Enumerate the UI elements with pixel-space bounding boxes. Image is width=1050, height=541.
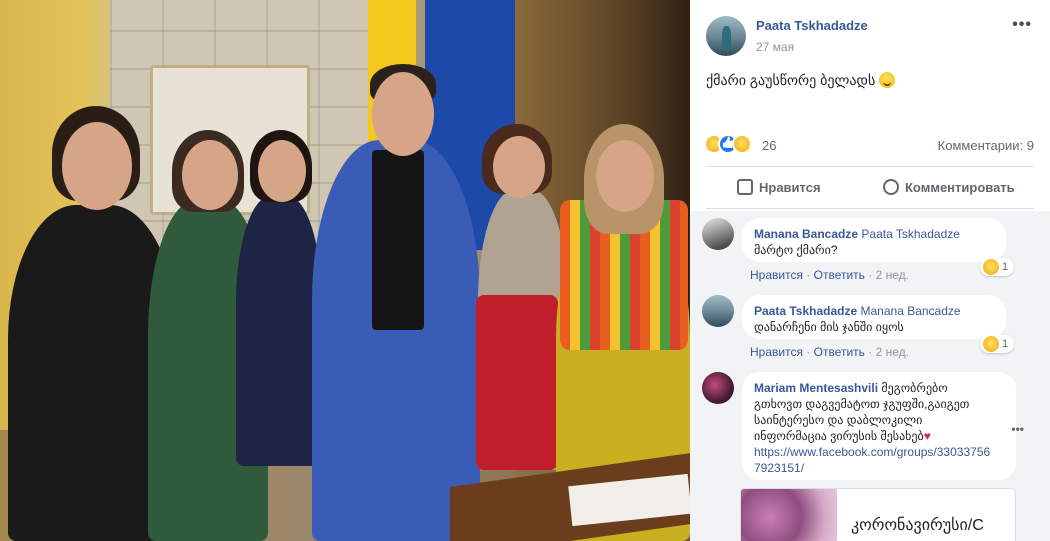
comment-bubble: Mariam Mentesashvili მეგობრებო გთხოვთ და… bbox=[742, 372, 1016, 480]
comment-text: დანარჩენი მის ჯანში იყოს bbox=[754, 320, 904, 334]
person-3 bbox=[236, 196, 322, 466]
person-1-face bbox=[62, 122, 132, 210]
meta-separator: · bbox=[806, 268, 811, 282]
comment-time-link[interactable]: 2 нед. bbox=[876, 268, 909, 282]
comment-reaction-count: 1 bbox=[1002, 338, 1009, 350]
person-2-face bbox=[182, 140, 238, 210]
comment-reaction-badge[interactable]: 1 bbox=[980, 258, 1015, 276]
post-date-link[interactable]: 27 мая bbox=[756, 40, 794, 54]
post-text: ქმარი გაუსწორე ბელადს bbox=[706, 72, 896, 89]
comment-text: მეგობრებო bbox=[881, 381, 948, 395]
person-4-shirt bbox=[372, 150, 424, 330]
person-5-face bbox=[493, 136, 545, 198]
comment-button-label: Комментировать bbox=[905, 180, 1015, 195]
thumbs-up-icon bbox=[737, 179, 753, 195]
person-5-skirt bbox=[476, 295, 558, 470]
post-options-icon[interactable]: ••• bbox=[1012, 16, 1032, 34]
comments-list: Manana Bancadze Paata Tskhadadze მარტო ქ… bbox=[690, 211, 1050, 541]
comment-like-link[interactable]: Нравится bbox=[750, 268, 803, 282]
post-header: Paata Tskhadadze 27 мая ••• bbox=[706, 16, 1036, 56]
person-6-face bbox=[596, 140, 654, 212]
heart-emoji-icon: ♥ bbox=[923, 429, 931, 443]
comments-count-link[interactable]: Комментарии: 9 bbox=[938, 138, 1034, 153]
commenter-avatar[interactable] bbox=[702, 372, 734, 404]
comment-meta: Нравится · Ответить · 2 нед. bbox=[750, 345, 909, 359]
meta-separator: · bbox=[868, 268, 873, 282]
commenter-name-link[interactable]: Paata Tskhadadze bbox=[754, 304, 857, 318]
link-preview-title[interactable]: კორონავირუსი/C bbox=[851, 515, 984, 535]
person-4-face bbox=[372, 72, 434, 156]
reactions-count[interactable]: 26 bbox=[762, 138, 776, 153]
divider bbox=[706, 208, 1034, 209]
group-link[interactable]: https://www.facebook.com/groups/33033756 bbox=[754, 445, 990, 459]
comment-reaction-count: 1 bbox=[1002, 261, 1009, 273]
person-3-face bbox=[258, 140, 306, 202]
haha-reaction-icon bbox=[983, 259, 999, 275]
mention-link[interactable]: Manana Bancadze bbox=[861, 304, 961, 318]
comment-time-link[interactable]: 2 нед. bbox=[876, 345, 909, 359]
comment-text: გთხოვთ დაგვემატოთ ჯგუფში,გაიგეთ bbox=[754, 397, 970, 411]
wow-reaction-icon bbox=[732, 134, 752, 154]
group-link[interactable]: 7923151/ bbox=[754, 461, 804, 475]
post-author-link[interactable]: Paata Tskhadadze bbox=[756, 18, 868, 33]
commenter-avatar[interactable] bbox=[702, 295, 734, 327]
post-text-content: ქმარი გაუსწორე ბელადს bbox=[706, 72, 876, 88]
comment-text: მარტო ქმარი? bbox=[754, 243, 838, 257]
divider bbox=[706, 166, 1034, 167]
meta-separator: · bbox=[868, 345, 873, 359]
link-preview-image bbox=[741, 489, 837, 541]
comment-item: Manana Bancadze Paata Tskhadadze მარტო ქ… bbox=[702, 218, 1032, 288]
comment-options-icon[interactable]: ••• bbox=[1011, 422, 1024, 436]
comment-bubble: Paata Tskhadadze Manana Bancadze დანარჩე… bbox=[742, 295, 1006, 339]
post-actions: Нравится Комментировать bbox=[706, 172, 1034, 204]
post-side-panel: Paata Tskhadadze 27 мая ••• ქმარი გაუსწო… bbox=[690, 0, 1050, 541]
post-photo[interactable] bbox=[0, 0, 690, 541]
mention-link[interactable]: Paata Tskhadadze bbox=[861, 227, 960, 241]
comment-text: ინფორმაცია ვირუსის შესახებ bbox=[754, 429, 924, 443]
commenter-name-link[interactable]: Mariam Mentesashvili bbox=[754, 381, 878, 395]
comment-reply-link[interactable]: Ответить bbox=[814, 345, 865, 359]
meta-separator: · bbox=[806, 345, 811, 359]
smile-emoji-icon bbox=[879, 72, 896, 88]
comment-item: Paata Tskhadadze Manana Bancadze დანარჩე… bbox=[702, 295, 1032, 365]
link-preview-card[interactable]: კორონავირუსი/C bbox=[740, 488, 1016, 541]
commenter-name-link[interactable]: Manana Bancadze bbox=[754, 227, 858, 241]
comment-meta: Нравится · Ответить · 2 нед. bbox=[750, 268, 909, 282]
comment-reply-link[interactable]: Ответить bbox=[814, 268, 865, 282]
comment-button[interactable]: Комментировать bbox=[883, 172, 1015, 204]
like-button-label: Нравится bbox=[759, 180, 821, 195]
like-button[interactable]: Нравится bbox=[737, 172, 821, 204]
haha-reaction-icon bbox=[983, 336, 999, 352]
author-avatar[interactable] bbox=[706, 16, 746, 56]
comment-text: საინტერესო და დაბლოკილი bbox=[754, 413, 923, 427]
comment-like-link[interactable]: Нравится bbox=[750, 345, 803, 359]
commenter-avatar[interactable] bbox=[702, 218, 734, 250]
comment-reaction-badge[interactable]: 1 bbox=[980, 335, 1015, 353]
comment-bubble: Manana Bancadze Paata Tskhadadze მარტო ქ… bbox=[742, 218, 1006, 262]
comment-icon bbox=[883, 179, 899, 195]
